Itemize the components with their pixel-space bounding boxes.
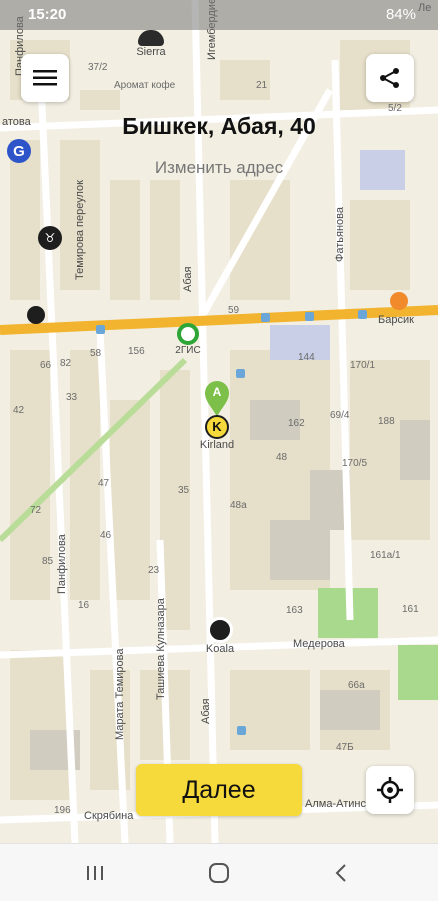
status-bar: 15:20 84% [0,0,438,30]
street-label-temirova-per: Темирова переулок [74,180,86,280]
house-number: 42 [13,405,25,416]
house-number: 72 [30,505,42,516]
sierra-poi[interactable]: Sierra [126,30,176,58]
back-icon [335,864,346,882]
street-label-fatyanova: Фатьянова [334,207,346,262]
share-icon [380,68,399,88]
house-number: 161a/1 [370,550,401,561]
my-location-button[interactable] [366,766,414,814]
koala-icon [207,617,233,643]
house-number: 48a [230,500,247,511]
next-button[interactable]: Далее [136,764,302,816]
coffee-cup-icon [138,30,164,46]
back-button[interactable] [326,858,356,888]
house-number: 170/5 [342,458,368,469]
recent-apps-button[interactable] [80,858,110,888]
house-number: 37/2 [88,62,108,73]
street-label-medeova: Медерова [293,638,345,650]
status-time: 15:20 [28,6,67,23]
house-number: 161 [402,604,419,615]
kirland-label: Kirland [199,439,235,451]
street-label-skryabina: Скрябина [84,810,134,822]
barsik-poi[interactable] [386,292,408,310]
street-label-panfilova: Панфилова [56,534,68,594]
hamburger-icon [33,70,57,86]
house-number: 82 [60,358,72,369]
sierra-label: Sierra [136,46,166,58]
house-number: 85 [42,556,54,567]
house-number: 16 [78,600,90,611]
house-number: 58 [90,348,102,359]
system-nav-bar [0,843,438,901]
menu-button[interactable] [21,54,69,102]
change-address-link[interactable]: Изменить адрес [0,158,438,178]
house-number: 156 [128,346,145,357]
house-number: 59 [228,305,240,316]
house-number: 66a [348,680,365,691]
house-number: 21 [256,80,268,91]
house-number: 162 [288,418,305,429]
cat-icon [390,292,408,310]
street-label-abaya: Абая [182,266,194,292]
street-label-marata-temirova: Марата Темирова [114,648,126,741]
two-gis-poi[interactable]: 2ГИС [168,323,208,356]
house-number: 196 [54,805,71,816]
house-number: 144 [298,352,315,363]
pin-letter: A [212,385,222,399]
street-label-abaya-lower: Абая [200,698,212,724]
house-number: 47Б [336,742,354,753]
cafe-icon[interactable] [27,306,45,324]
house-number: 170/1 [350,360,376,371]
sierra-sub-label: Аромат кофе [114,80,176,91]
house-number: 69/4 [330,410,350,421]
house-number: 163 [286,605,303,616]
house-number: 33 [66,392,78,403]
house-number: 48 [276,452,288,463]
location-pin-icon [177,323,199,345]
street-label-tashieva: Ташиева Кулназара [155,598,167,700]
recent-apps-icon [87,866,103,880]
home-icon [209,863,229,883]
house-number: 66 [40,360,52,371]
home-button[interactable] [204,858,234,888]
house-number: 23 [148,565,160,576]
barsik-label: Барсик [378,314,414,326]
house-number: 47 [98,478,110,489]
g-logo-icon: G [13,142,25,160]
house-number: 46 [100,530,112,541]
share-button[interactable] [366,54,414,102]
house-number: 35 [178,485,190,496]
address-title: Бишкек, Абая, 40 [122,113,316,139]
crosshair-icon [377,777,403,803]
koala-label: Koala [205,643,235,655]
house-number: 188 [378,416,395,427]
kirland-poi[interactable]: K Kirland [195,415,239,451]
kirland-logo-icon: K [205,415,229,439]
two-gis-label: 2ГИС [175,345,201,356]
koala-poi[interactable]: Koala [200,617,240,655]
address-pin[interactable]: A [203,380,231,418]
bull-icon[interactable]: ♉ [38,226,62,250]
status-battery: 84% [385,6,416,23]
